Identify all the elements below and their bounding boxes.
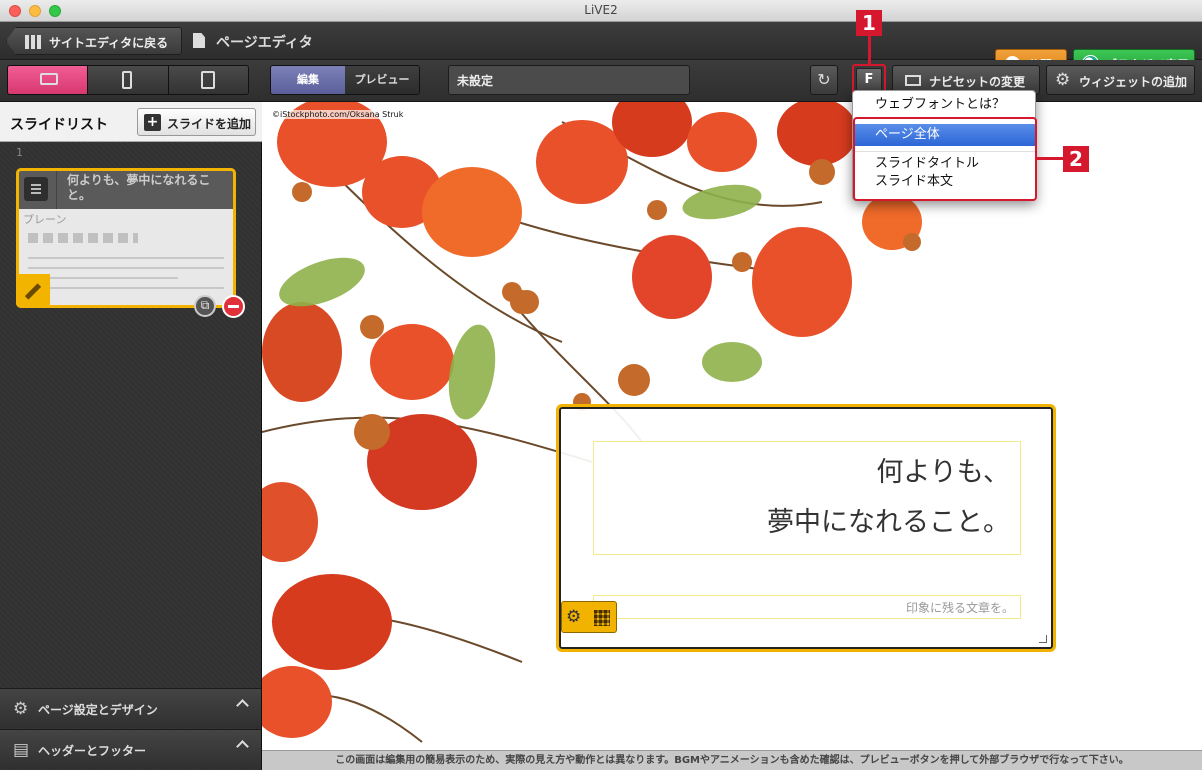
- callout-line: [1035, 157, 1063, 160]
- edit-slide-button[interactable]: [16, 274, 50, 308]
- chevron-up-icon: [236, 740, 249, 753]
- pencil-icon: [24, 283, 42, 300]
- slide-title-line: 何よりも、: [876, 457, 1010, 488]
- phone-icon: [122, 71, 133, 89]
- device-desktop-button[interactable]: [8, 66, 89, 94]
- slide-body-area[interactable]: 印象に残る文章を。: [593, 595, 1021, 619]
- font-menu: ウェブフォントとは？ ページ全体 スライドタイトル スライド本文: [852, 90, 1037, 201]
- duplicate-icon: ⧉: [200, 298, 210, 312]
- delete-slide-button[interactable]: [222, 295, 245, 318]
- preview-mode-button[interactable]: プレビュー: [345, 66, 419, 94]
- chevron-up-icon: [236, 699, 249, 712]
- menu-item-webfont-info[interactable]: ウェブフォントとは？: [853, 94, 1035, 116]
- back-button-label: サイトエディタに戻る: [49, 36, 169, 50]
- menu-highlight-frame: [853, 117, 1037, 201]
- plus-icon: +: [144, 114, 161, 131]
- slide-thumbnail-header: 何よりも、夢中になれること。: [19, 171, 233, 209]
- navset-icon: [905, 75, 921, 86]
- slide-list-title: スライドリスト: [10, 117, 108, 133]
- thumbnail-divider: [56, 171, 57, 209]
- thumbnail-placeholder-line: [28, 287, 224, 289]
- slide-type-label: プレーン: [23, 213, 67, 226]
- page-settings-label: ページ設定とデザイン: [38, 703, 158, 717]
- slide-canvas[interactable]: ©iStockphoto.com/Oksana Struk 何よりも、 夢中にな…: [262, 102, 1202, 750]
- text-lines-icon: [24, 177, 48, 201]
- page-settings-panel-toggle[interactable]: ⚙ ページ設定とデザイン: [0, 688, 261, 728]
- slide-thumbnail-title: 何よりも、夢中になれること。: [67, 173, 211, 202]
- header-footer-label: ヘッダーとフッター: [38, 744, 147, 758]
- slide-list-sidebar: スライドリスト + スライドを追加 1 何よりも、夢中になれること。 プレーン …: [0, 102, 262, 770]
- callout-line: [868, 36, 871, 64]
- add-slide-button[interactable]: + スライドを追加: [137, 108, 256, 136]
- photo-credit: ©iStockphoto.com/Oksana Struk: [270, 110, 406, 119]
- add-widget-button[interactable]: ⚙ ウィジェットの追加: [1046, 65, 1195, 95]
- resize-handle[interactable]: [1039, 635, 1047, 643]
- slide-list-header: スライドリスト + スライドを追加: [0, 102, 262, 142]
- columns-icon: [25, 35, 41, 49]
- thumbnail-placeholder-line: [28, 277, 178, 279]
- document-icon: [193, 33, 205, 48]
- device-phone-button[interactable]: [88, 66, 169, 94]
- refresh-button[interactable]: ↻: [810, 65, 838, 95]
- slide-title-line: 夢中になれること。: [767, 507, 1010, 538]
- font-button[interactable]: F: [856, 68, 882, 92]
- window-titlebar: LiVE2: [0, 0, 1202, 22]
- layout-icon: ▤: [13, 740, 30, 760]
- refresh-icon: ↻: [817, 70, 831, 89]
- gear-icon: ⚙: [13, 699, 29, 719]
- slide-text-box[interactable]: 何よりも、 夢中になれること。 印象に残る文章を。 ⚙: [556, 404, 1056, 652]
- slide-title-area[interactable]: 何よりも、 夢中になれること。: [593, 441, 1021, 555]
- text-box-tools: ⚙: [561, 601, 617, 633]
- grid-icon[interactable]: [594, 610, 610, 626]
- change-navset-label: ナビセットの変更: [929, 75, 1026, 89]
- slide-number: 1: [16, 146, 23, 159]
- window-title: LiVE2: [584, 3, 618, 17]
- gear-icon: ⚙: [1055, 70, 1071, 90]
- thumbnail-placeholder-line: [28, 267, 224, 269]
- editor-notice: この画面は編集用の簡易表示のため、実際の見え方や動作とは異なります。BGMやアニ…: [262, 750, 1202, 770]
- callout-marker-2: 2: [1063, 146, 1089, 172]
- edit-mode-button[interactable]: 編集: [271, 66, 345, 94]
- tablet-icon: [200, 71, 215, 89]
- device-switcher: [7, 65, 249, 95]
- device-tablet-button[interactable]: [168, 66, 248, 94]
- thumbnail-placeholder-blocks: [28, 233, 138, 243]
- slide-name-field[interactable]: 未設定: [448, 65, 690, 95]
- header-footer-panel-toggle[interactable]: ▤ ヘッダーとフッター: [0, 729, 261, 769]
- add-widget-label: ウィジェットの追加: [1079, 75, 1188, 89]
- mode-switcher: 編集 プレビュー: [270, 65, 420, 95]
- laptop-icon: [40, 73, 58, 85]
- page-title: ページエディタ: [216, 35, 313, 51]
- duplicate-slide-button[interactable]: ⧉: [194, 295, 216, 317]
- gear-icon[interactable]: ⚙: [566, 607, 581, 627]
- callout-marker-1: 1: [856, 10, 882, 36]
- add-slide-label: スライドを追加: [167, 117, 252, 131]
- thumbnail-placeholder-line: [28, 257, 224, 259]
- back-to-site-editor-button[interactable]: サイトエディタに戻る: [6, 27, 182, 55]
- top-toolbar: サイトエディタに戻る ➜ 公開 ブラウザで表示: [0, 22, 1202, 77]
